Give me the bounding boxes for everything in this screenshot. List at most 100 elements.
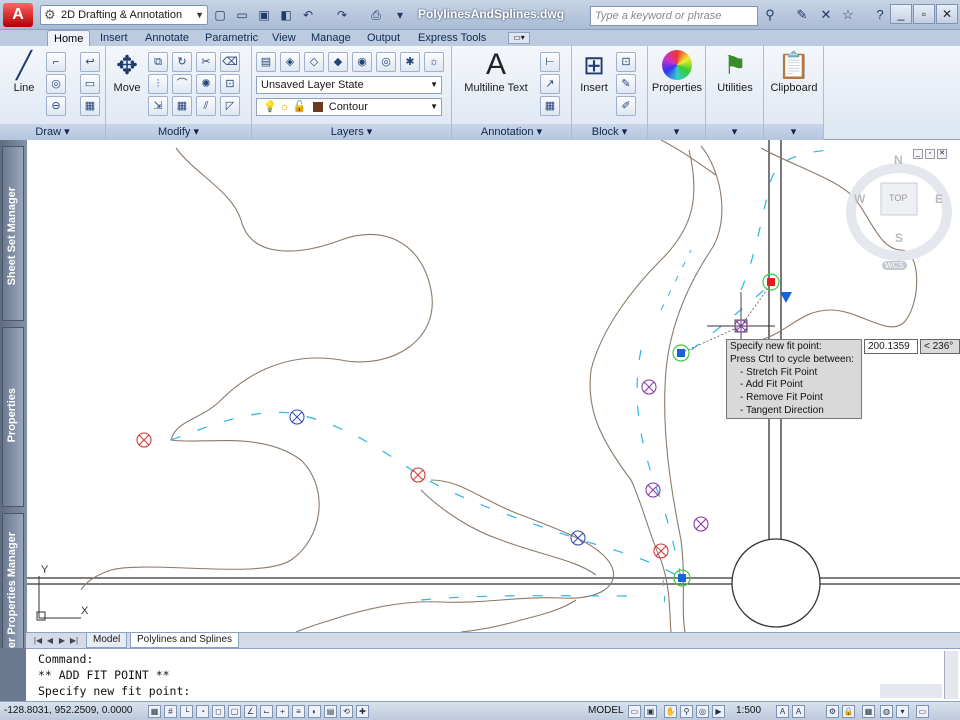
polyline-icon[interactable]: ⌐	[46, 52, 66, 72]
hatch-icon[interactable]: ▦	[80, 96, 100, 116]
tab-insert[interactable]: Insert	[94, 30, 134, 46]
properties-panel-expander[interactable]: ▾	[648, 124, 705, 140]
selection-cycling-icon[interactable]: ⟲	[340, 705, 353, 718]
utilities-button[interactable]: ⚑ Utilities	[708, 50, 762, 94]
viewcube-east[interactable]: E	[935, 192, 943, 206]
mirror-icon[interactable]: ⫶	[148, 74, 168, 94]
plot-icon[interactable]: ⎙	[368, 7, 384, 23]
polar-tracking-icon[interactable]: ◔	[196, 705, 209, 718]
quick-properties-icon[interactable]: ▤	[324, 705, 337, 718]
zoom-icon[interactable]: ⚲	[680, 705, 693, 718]
tab-express-tools[interactable]: Express Tools	[412, 30, 492, 46]
maximize-button[interactable]: ▫	[913, 4, 935, 24]
tab-view[interactable]: View	[266, 30, 302, 46]
array-icon[interactable]: ▦	[172, 96, 192, 116]
ortho-mode-icon[interactable]: └	[180, 705, 193, 718]
stretch-icon[interactable]: ⇲	[148, 96, 168, 116]
rectangle-icon[interactable]: ▭	[80, 74, 100, 94]
leader-icon[interactable]: ↗	[540, 74, 560, 94]
search-input[interactable]: Type a keyword or phrase	[590, 6, 758, 26]
snap-mode-icon[interactable]: ▦	[148, 705, 161, 718]
grid-display-icon[interactable]: #	[164, 705, 177, 718]
auto-scale-icon[interactable]: A	[792, 705, 805, 718]
favorites-star-icon[interactable]: ☆	[840, 7, 856, 23]
workspace-selector[interactable]: ⚙ 2D Drafting & Annotation ▼	[40, 5, 208, 25]
create-block-icon[interactable]: ⊡	[616, 52, 636, 72]
tab-parametric[interactable]: Parametric	[199, 30, 264, 46]
new-file-icon[interactable]: ▢	[212, 7, 228, 23]
command-palette-grip[interactable]	[0, 648, 26, 701]
hardware-acceleration-icon[interactable]: ▦	[862, 705, 875, 718]
first-layout-icon[interactable]: |◀	[32, 635, 44, 647]
viewport-close-icon[interactable]: ✕	[937, 149, 947, 159]
dynamic-distance-input[interactable]: 200.1359	[864, 339, 918, 354]
next-layout-icon[interactable]: ▶	[56, 635, 68, 647]
transparency-icon[interactable]: ◐	[308, 705, 321, 718]
move-button[interactable]: ✥ Move	[110, 50, 144, 94]
save-icon[interactable]: ▣	[256, 7, 272, 23]
layers-panel-title[interactable]: Layers ▾	[252, 124, 451, 140]
utilities-panel-expander[interactable]: ▾	[706, 124, 763, 140]
lock-ui-icon[interactable]: 🔒	[842, 705, 855, 718]
last-layout-icon[interactable]: ▶|	[68, 635, 80, 647]
layer-state-icon[interactable]: ◈	[280, 52, 300, 72]
layer-off-icon[interactable]: ☼	[424, 52, 444, 72]
edit-block-icon[interactable]: ✎	[616, 74, 636, 94]
save-as-icon[interactable]: ◧	[278, 7, 294, 23]
prev-layout-icon[interactable]: ◀	[44, 635, 56, 647]
qat-menu-icon[interactable]: ▾	[392, 7, 408, 23]
quick-view-drawings-icon[interactable]: ▣	[644, 705, 657, 718]
offset-icon[interactable]: ⫽	[196, 96, 216, 116]
clipboard-button[interactable]: 📋 Clipboard	[766, 50, 822, 94]
undo-icon[interactable]: ↶	[300, 7, 316, 23]
layer-properties-icon[interactable]: ▤	[256, 52, 276, 72]
clipboard-panel-expander[interactable]: ▾	[764, 124, 823, 140]
object-snap-tracking-icon[interactable]: ∠	[244, 705, 257, 718]
layer-match-icon[interactable]: ◇	[304, 52, 324, 72]
application-menu-button[interactable]: A	[3, 3, 33, 27]
scale-icon[interactable]: ⊡	[220, 74, 240, 94]
command-line[interactable]: Command: ** ADD FIT POINT ** Specify new…	[26, 648, 960, 701]
object-snap-icon[interactable]: ◻	[212, 705, 225, 718]
line-button[interactable]: ╱ Line	[6, 50, 42, 94]
layer-dropdown[interactable]: 💡 ☼ 🔓 Contour ▼	[256, 98, 442, 116]
layer-previous-icon[interactable]: ◆	[328, 52, 348, 72]
wcs-menu[interactable]: WCS	[882, 261, 907, 270]
command-hscrollbar[interactable]	[880, 684, 942, 698]
open-file-icon[interactable]: ▭	[234, 7, 250, 23]
tab-model[interactable]: Model	[86, 633, 128, 648]
annotation-scale[interactable]: 1:500	[736, 705, 761, 716]
circle-icon[interactable]: ◎	[46, 74, 66, 94]
arc-icon[interactable]: ↩	[80, 52, 100, 72]
lineweight-icon[interactable]: ≡	[292, 705, 305, 718]
quick-view-layouts-icon[interactable]: ▭	[628, 705, 641, 718]
layer-isolate-icon[interactable]: ◉	[352, 52, 372, 72]
dynamic-ucs-icon[interactable]: ⌙	[260, 705, 273, 718]
tab-polylines-and-splines[interactable]: Polylines and Splines	[130, 633, 240, 648]
status-menu-icon[interactable]: ▾	[896, 705, 909, 718]
tab-home[interactable]: Home	[47, 30, 91, 46]
viewcube-west[interactable]: W	[854, 192, 865, 206]
command-scrollbar[interactable]	[944, 651, 958, 699]
dynamic-input-icon[interactable]: +	[276, 705, 289, 718]
viewport-restore-icon[interactable]: ▫	[925, 149, 935, 159]
command-prompt[interactable]: Specify new fit point:	[38, 683, 948, 699]
viewcube-top-face[interactable]: TOP	[889, 193, 907, 203]
annotation-visibility-icon[interactable]: A	[776, 705, 789, 718]
tab-output[interactable]: Output	[361, 30, 406, 46]
erase-icon[interactable]: ⌫	[220, 52, 240, 72]
communication-center-icon[interactable]: ✕	[818, 7, 834, 23]
workspace-switching-icon[interactable]: ⚙	[826, 705, 839, 718]
model-space-toggle[interactable]: MODEL	[588, 705, 624, 716]
viewcube-north[interactable]: N	[894, 153, 903, 167]
subscription-icon[interactable]: ✎	[794, 7, 810, 23]
annotation-monitor-icon[interactable]: ✚	[356, 705, 369, 718]
redo-icon[interactable]: ↷	[334, 7, 350, 23]
help-icon[interactable]: ?	[872, 7, 888, 23]
sheet-set-manager-palette[interactable]: Sheet Set Manager	[2, 146, 24, 321]
layer-unisolate-icon[interactable]: ◎	[376, 52, 396, 72]
viewport-minimize-icon[interactable]: _	[913, 149, 923, 159]
insert-button[interactable]: ⊞ Insert	[574, 50, 614, 94]
ellipse-icon[interactable]: ⊖	[46, 96, 66, 116]
isolate-objects-icon[interactable]: ◍	[880, 705, 893, 718]
